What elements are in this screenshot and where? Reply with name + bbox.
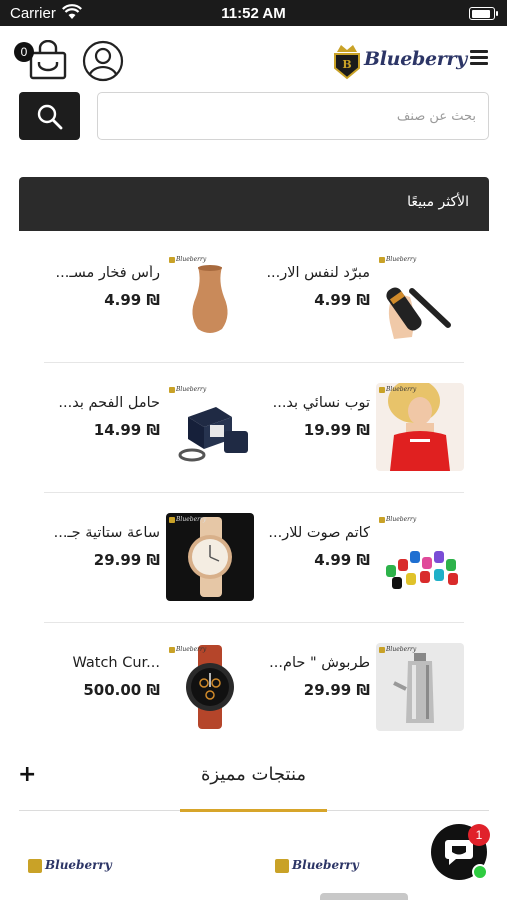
product-card[interactable]: Blueberry Watch Cur... 500.00 ₪	[44, 623, 254, 753]
logo-text: Blueberry	[364, 48, 467, 70]
brand-tag: Blueberry	[379, 516, 416, 523]
product-price: 19.99 ₪	[303, 421, 370, 439]
product-row: Blueberry مبرّد لنفس الار... 4.99 ₪ Blue…	[44, 233, 464, 363]
search-icon	[37, 104, 63, 130]
product-image[interactable]: Blueberry	[376, 643, 464, 731]
brand-logo[interactable]: B Blueberry	[330, 40, 467, 82]
status-bar: Carrier 11:52 AM	[0, 0, 507, 26]
brand-tag: Blueberry	[169, 516, 206, 523]
product-name[interactable]: كاتم صوت للار...	[254, 525, 370, 541]
hand-cooler-image	[386, 287, 451, 339]
ladies-watch-image	[188, 517, 232, 597]
product-name[interactable]: ساعة ستاتية جـ...	[44, 525, 160, 541]
clay-bowl-image	[192, 265, 228, 333]
product-card[interactable]: Blueberry مبرّد لنفس الار... 4.99 ₪	[254, 233, 464, 363]
product-image[interactable]: Blueberry	[166, 383, 254, 471]
product-card[interactable]: Blueberry توب نسائي بد... 19.99 ₪	[254, 363, 464, 493]
featured-card-brand[interactable]: Blueberry	[28, 858, 112, 873]
brand-tag: Blueberry	[169, 256, 206, 263]
best-sellers-header: الأكثر مبيعًا	[19, 177, 489, 231]
chat-bubble-icon	[445, 840, 473, 865]
featured-title: منتجات مميزة	[200, 764, 307, 785]
featured-section-header: + منتجات مميزة	[0, 748, 507, 818]
featured-card-brand[interactable]: Blueberry	[275, 858, 359, 873]
clock: 11:52 AM	[221, 5, 286, 22]
product-name[interactable]: Watch Cur...	[44, 655, 160, 671]
product-image[interactable]: Blueberry	[166, 253, 254, 341]
user-icon[interactable]	[82, 40, 124, 82]
product-image[interactable]: Blueberry	[376, 253, 464, 341]
product-image[interactable]: Blueberry	[166, 643, 254, 731]
product-row: Blueberry طربوش " حام... 29.99 ₪ Blueber…	[44, 623, 464, 753]
product-row: Blueberry كاتم صوت للار... 4.99 ₪ Bluebe…	[44, 493, 464, 623]
battery-level	[471, 9, 490, 18]
product-name[interactable]: حامل الفحم بد...	[44, 395, 160, 411]
product-card[interactable]: Blueberry كاتم صوت للار... 4.99 ₪	[254, 493, 464, 623]
colored-caps-image	[386, 551, 458, 589]
app-header: 0 B Blueberry	[0, 26, 507, 92]
product-name[interactable]: طربوش " حام...	[254, 655, 370, 671]
product-image[interactable]: Blueberry	[376, 513, 464, 601]
active-tab-indicator	[180, 809, 327, 812]
product-price: 4.99 ₪	[314, 291, 370, 309]
product-image[interactable]: Blueberry	[376, 383, 464, 471]
product-name[interactable]: مبرّد لنفس الار...	[254, 265, 370, 281]
curren-watch-image	[186, 645, 234, 729]
product-price: 4.99 ₪	[104, 291, 160, 309]
brand-tag: Blueberry	[379, 256, 416, 263]
crown-logo-icon: B	[334, 45, 360, 80]
metal-shisha-image	[393, 653, 434, 723]
online-status-dot	[472, 864, 488, 880]
chat-notification-badge: 1	[468, 824, 490, 846]
red-top-image	[376, 383, 464, 471]
product-price: 29.99 ₪	[303, 681, 370, 699]
product-price: 29.99 ₪	[93, 551, 160, 569]
cart-button[interactable]: 0	[14, 40, 70, 84]
product-card[interactable]: Blueberry ساعة ستاتية جـ... 29.99 ₪	[44, 493, 254, 623]
product-card[interactable]: Blueberry رأس فخار مسـ... 4.99 ₪	[44, 233, 254, 363]
product-card[interactable]: Blueberry حامل الفحم بد... 14.99 ₪	[44, 363, 254, 493]
menu-icon[interactable]	[470, 50, 488, 66]
product-card[interactable]: Blueberry طربوش " حام... 29.99 ₪	[254, 623, 464, 753]
best-sellers-title: الأكثر مبيعًا	[407, 194, 469, 210]
featured-product-image[interactable]	[320, 893, 408, 900]
brand-tag: Blueberry	[379, 386, 416, 393]
product-name[interactable]: توب نسائي بد...	[254, 395, 370, 411]
product-row: Blueberry توب نسائي بد... 19.99 ₪ Bluebe…	[44, 363, 464, 493]
brand-tag: Blueberry	[169, 646, 206, 653]
cart-count-badge: 0	[14, 42, 34, 62]
search-button[interactable]	[19, 92, 80, 140]
brand-tag: Blueberry	[169, 386, 206, 393]
product-name[interactable]: رأس فخار مسـ...	[44, 265, 160, 281]
search-input[interactable]	[97, 92, 489, 140]
product-price: 500.00 ₪	[83, 681, 160, 699]
product-price: 4.99 ₪	[314, 551, 370, 569]
svg-text:B: B	[342, 58, 351, 71]
battery-icon	[469, 7, 498, 20]
product-price: 14.99 ₪	[93, 421, 160, 439]
cart-icon	[29, 40, 67, 80]
product-image[interactable]: Blueberry	[166, 513, 254, 601]
watch-box-image	[178, 407, 248, 462]
brand-tag: Blueberry	[379, 646, 416, 653]
